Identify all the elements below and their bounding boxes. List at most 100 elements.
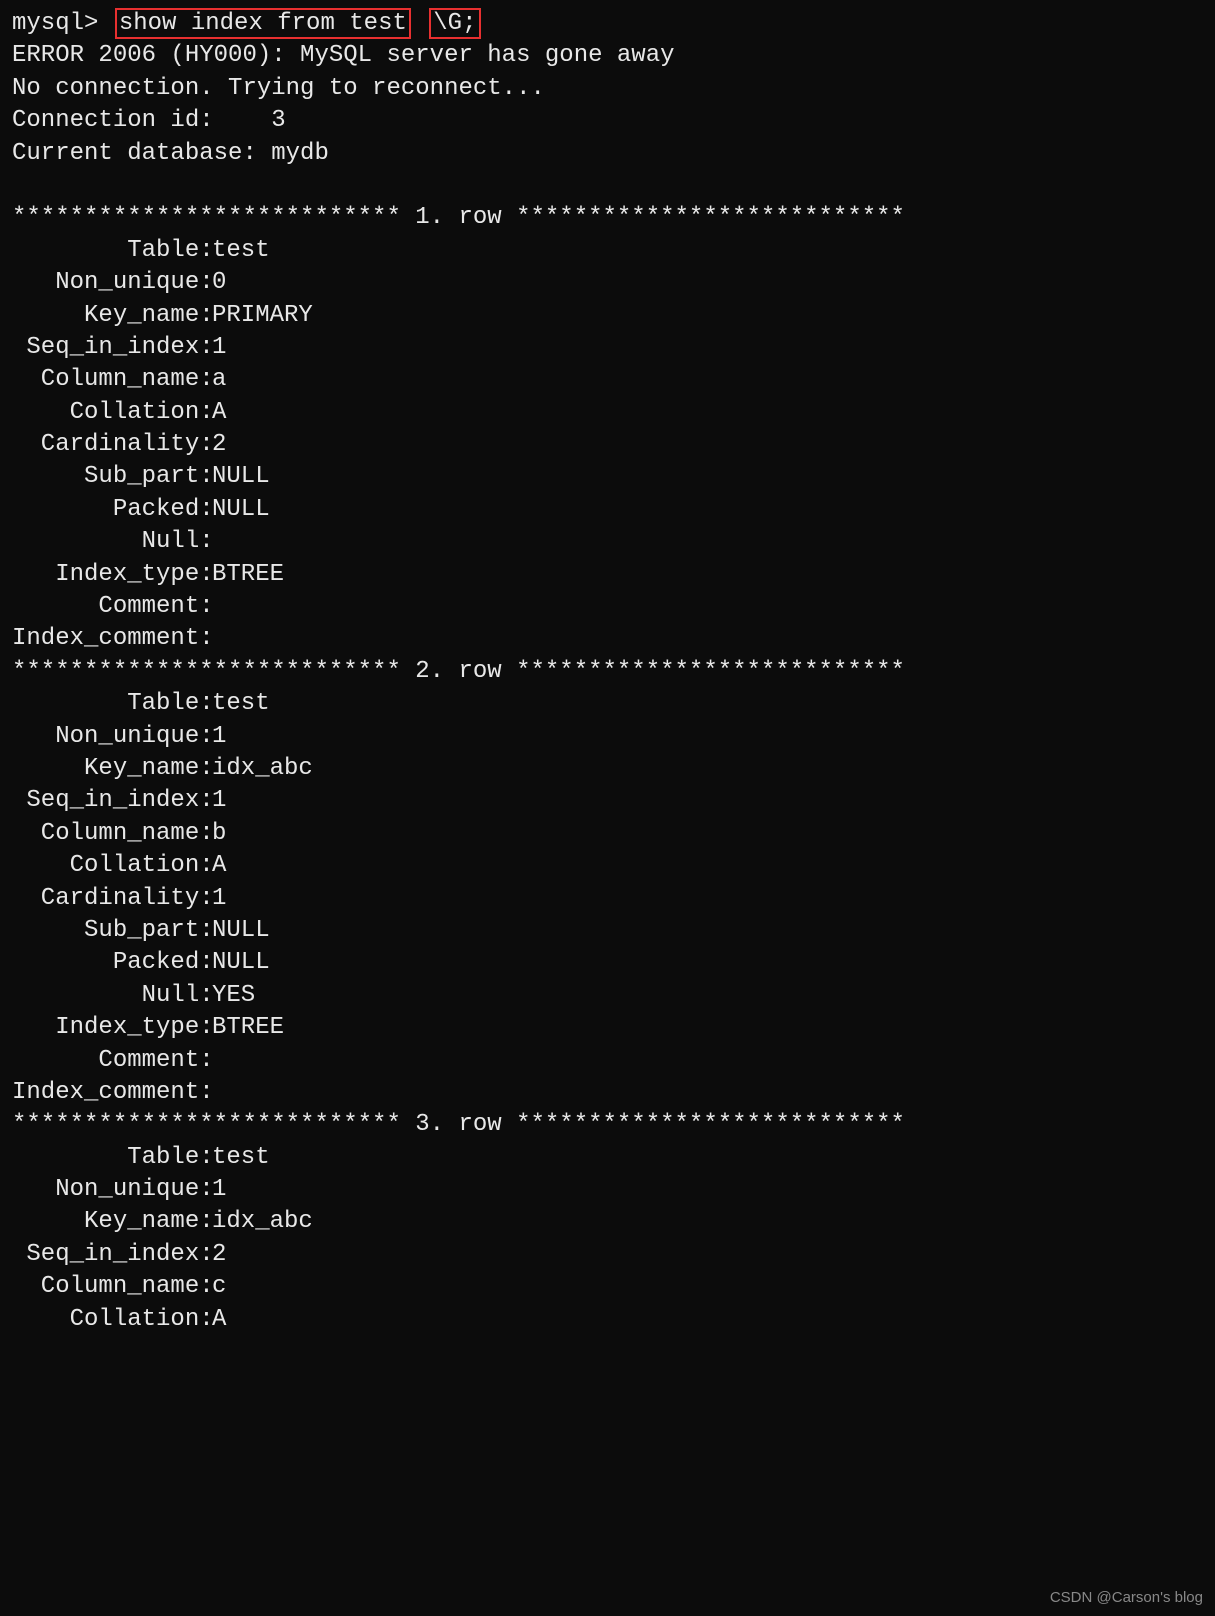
field-label: Comment: xyxy=(12,1045,212,1077)
row-separator: *************************** 1. row *****… xyxy=(12,202,1203,234)
field-row: Column_name: a xyxy=(12,364,1203,396)
field-row: Index_type: BTREE xyxy=(12,1012,1203,1044)
field-row: Index_comment: xyxy=(12,623,1203,655)
field-value: YES xyxy=(212,980,255,1012)
field-label: Seq_in_index: xyxy=(12,1239,212,1271)
field-row: Packed: NULL xyxy=(12,494,1203,526)
command-part-1: show index from test xyxy=(119,10,407,37)
current-database-line: Current database: mydb xyxy=(12,138,1203,170)
field-row: Comment: xyxy=(12,1045,1203,1077)
field-row: Index_type: BTREE xyxy=(12,559,1203,591)
field-row: Seq_in_index: 1 xyxy=(12,332,1203,364)
watermark: CSDN @Carson's blog xyxy=(1050,1588,1203,1608)
field-label: Table: xyxy=(12,688,212,720)
field-value: 2 xyxy=(212,1239,226,1271)
field-row: Non_unique: 0 xyxy=(12,267,1203,299)
current-database-value: mydb xyxy=(271,140,329,167)
rows-container: *************************** 1. row *****… xyxy=(12,202,1203,1336)
field-value: 1 xyxy=(212,883,226,915)
field-row: Column_name: c xyxy=(12,1271,1203,1303)
field-row: Collation: A xyxy=(12,1304,1203,1336)
field-value: 1 xyxy=(212,332,226,364)
field-label: Sub_part: xyxy=(12,461,212,493)
field-label: Key_name: xyxy=(12,300,212,332)
field-value: A xyxy=(212,397,226,429)
field-value: idx_abc xyxy=(212,753,313,785)
field-label: Column_name: xyxy=(12,818,212,850)
field-label: Collation: xyxy=(12,850,212,882)
field-value: NULL xyxy=(212,915,270,947)
field-value: test xyxy=(212,688,270,720)
field-row: Index_comment: xyxy=(12,1077,1203,1109)
command-part-2: \G; xyxy=(433,10,476,37)
field-row: Table: test xyxy=(12,235,1203,267)
field-label: Non_unique: xyxy=(12,721,212,753)
field-row: Comment: xyxy=(12,591,1203,623)
field-row: Cardinality: 1 xyxy=(12,883,1203,915)
field-row: Column_name: b xyxy=(12,818,1203,850)
field-label: Cardinality: xyxy=(12,429,212,461)
field-value: test xyxy=(212,1142,270,1174)
row-separator: *************************** 3. row *****… xyxy=(12,1109,1203,1141)
field-row: Non_unique: 1 xyxy=(12,721,1203,753)
field-value: PRIMARY xyxy=(212,300,313,332)
field-label: Collation: xyxy=(12,1304,212,1336)
field-value: NULL xyxy=(212,461,270,493)
row-separator: *************************** 2. row *****… xyxy=(12,656,1203,688)
field-row: Table: test xyxy=(12,688,1203,720)
field-label: Table: xyxy=(12,1142,212,1174)
field-label: Collation: xyxy=(12,397,212,429)
field-row: Collation: A xyxy=(12,850,1203,882)
field-value: a xyxy=(212,364,226,396)
field-row: Seq_in_index: 1 xyxy=(12,785,1203,817)
field-label: Null: xyxy=(12,526,212,558)
field-value: 1 xyxy=(212,785,226,817)
field-label: Non_unique: xyxy=(12,267,212,299)
connection-id-value: 3 xyxy=(271,107,285,134)
field-value: b xyxy=(212,818,226,850)
field-label: Key_name: xyxy=(12,753,212,785)
field-row: Key_name: PRIMARY xyxy=(12,300,1203,332)
field-row: Null: xyxy=(12,526,1203,558)
field-row: Sub_part: NULL xyxy=(12,915,1203,947)
field-label: Null: xyxy=(12,980,212,1012)
blank-line xyxy=(12,170,1203,202)
field-value: 1 xyxy=(212,1174,226,1206)
field-row: Seq_in_index: 2 xyxy=(12,1239,1203,1271)
field-label: Key_name: xyxy=(12,1206,212,1238)
command-line[interactable]: mysql> show index from test \G; xyxy=(12,8,1203,40)
reconnect-line: No connection. Trying to reconnect... xyxy=(12,73,1203,105)
mysql-prompt: mysql> xyxy=(12,10,98,37)
field-value: c xyxy=(212,1271,226,1303)
field-label: Index_comment: xyxy=(12,623,212,655)
field-label: Packed: xyxy=(12,947,212,979)
field-row: Cardinality: 2 xyxy=(12,429,1203,461)
field-label: Cardinality: xyxy=(12,883,212,915)
field-label: Seq_in_index: xyxy=(12,785,212,817)
current-database-label: Current database: xyxy=(12,140,271,167)
field-label: Sub_part: xyxy=(12,915,212,947)
field-label: Column_name: xyxy=(12,364,212,396)
field-label: Seq_in_index: xyxy=(12,332,212,364)
field-row: Collation: A xyxy=(12,397,1203,429)
field-row: Key_name: idx_abc xyxy=(12,753,1203,785)
field-value: 0 xyxy=(212,267,226,299)
field-value: idx_abc xyxy=(212,1206,313,1238)
field-label: Non_unique: xyxy=(12,1174,212,1206)
field-value: A xyxy=(212,1304,226,1336)
field-label: Column_name: xyxy=(12,1271,212,1303)
field-value: test xyxy=(212,235,270,267)
field-row: Sub_part: NULL xyxy=(12,461,1203,493)
field-value: 2 xyxy=(212,429,226,461)
command-part-1-highlight: show index from test xyxy=(115,8,411,39)
command-part-2-highlight: \G; xyxy=(429,8,480,39)
field-row: Key_name: idx_abc xyxy=(12,1206,1203,1238)
field-value: 1 xyxy=(212,721,226,753)
field-value: NULL xyxy=(212,494,270,526)
field-value: A xyxy=(212,850,226,882)
field-row: Packed: NULL xyxy=(12,947,1203,979)
connection-id-label: Connection id: xyxy=(12,107,271,134)
field-row: Null: YES xyxy=(12,980,1203,1012)
field-label: Comment: xyxy=(12,591,212,623)
field-label: Index_type: xyxy=(12,1012,212,1044)
